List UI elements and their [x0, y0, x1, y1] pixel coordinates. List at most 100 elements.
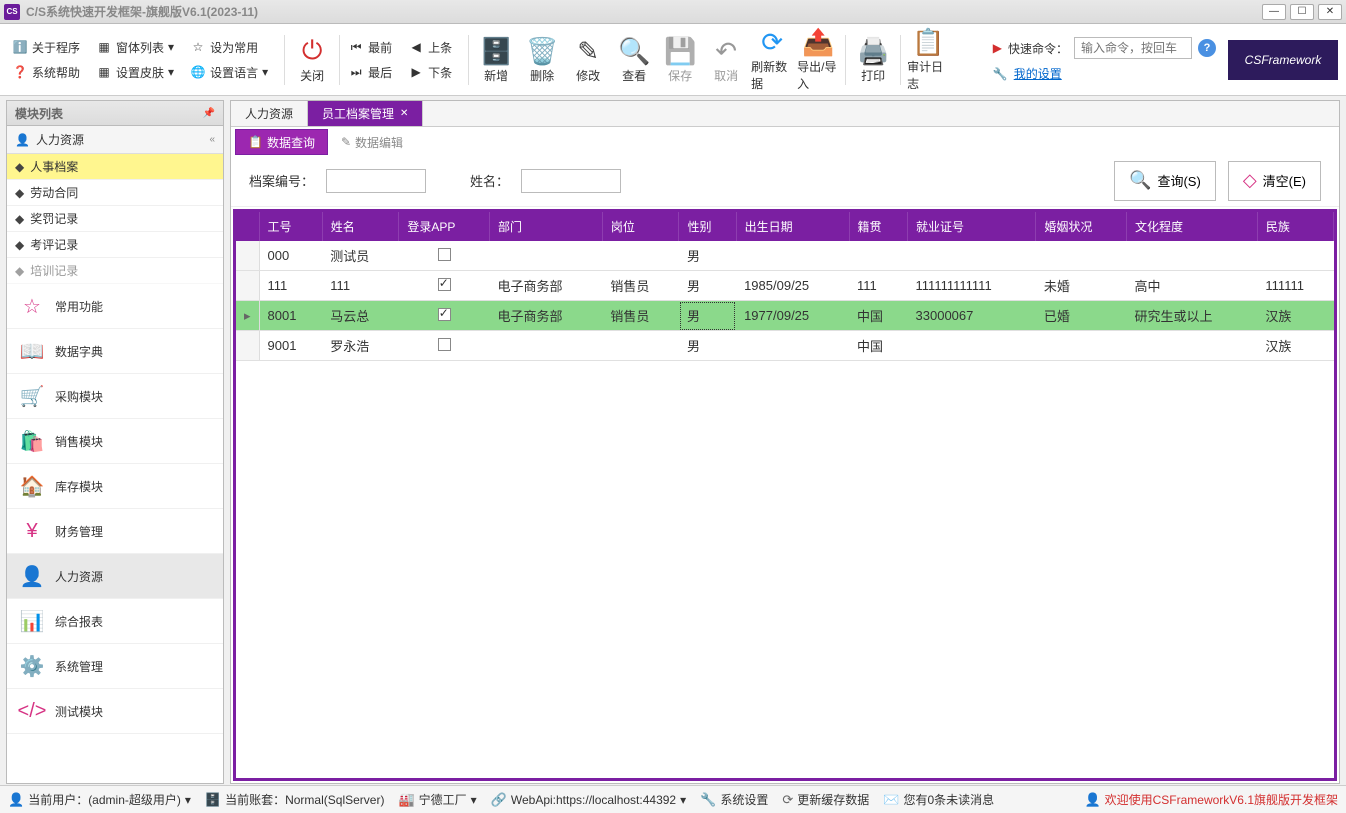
table-row[interactable]: 111111电子商务部销售员男1985/09/25111111111111111… — [236, 271, 1334, 301]
clear-button[interactable]: ◇清空(E) — [1228, 161, 1321, 201]
table-cell[interactable]: 电子商务部 — [489, 271, 602, 301]
refresh-button[interactable]: ⟳刷新数据 — [749, 28, 795, 92]
sub-tab-edit[interactable]: ✎数据编辑 — [328, 129, 416, 155]
prev-button[interactable]: ◀上条 — [404, 37, 456, 58]
minimize-button[interactable]: — — [1262, 4, 1286, 20]
table-cell[interactable]: 111111 — [1257, 271, 1333, 301]
column-header[interactable]: 岗位 — [602, 212, 679, 241]
column-header[interactable]: 籍贯 — [849, 212, 908, 241]
column-header[interactable]: 民族 — [1257, 212, 1333, 241]
column-header[interactable]: 姓名 — [322, 212, 399, 241]
print-button[interactable]: 🖨️打印 — [850, 28, 896, 92]
table-cell[interactable] — [399, 241, 490, 271]
nav-reports[interactable]: 📊综合报表 — [7, 599, 223, 644]
column-header[interactable]: 部门 — [489, 212, 602, 241]
next-button[interactable]: ▶下条 — [404, 62, 456, 83]
about-button[interactable]: ℹ️关于程序 — [8, 37, 84, 58]
export-button[interactable]: 📤导出/导入 — [795, 28, 841, 92]
nav-dict[interactable]: 📖数据字典 — [7, 329, 223, 374]
pin-icon[interactable]: 📌 — [203, 108, 215, 119]
status-messages[interactable]: ✉️您有0条未读消息 — [883, 791, 994, 808]
table-cell[interactable] — [399, 331, 490, 361]
input-name[interactable] — [521, 169, 621, 193]
close-tab-button[interactable]: ⏻关闭 — [289, 28, 335, 92]
checkbox[interactable] — [438, 338, 451, 351]
language-button[interactable]: 🌐设置语言▾ — [186, 62, 272, 83]
edit-button[interactable]: ✎修改 — [565, 28, 611, 92]
status-webapi[interactable]: 🔗WebApi:https://localhost:44392▾ — [491, 792, 686, 808]
table-cell[interactable] — [489, 331, 602, 361]
column-header[interactable]: 文化程度 — [1126, 212, 1257, 241]
nav-test[interactable]: </>测试模块 — [7, 689, 223, 734]
table-cell[interactable]: 男 — [679, 241, 736, 271]
table-cell[interactable]: 汉族 — [1257, 331, 1333, 361]
tab-hr[interactable]: 人力资源 — [231, 101, 308, 126]
tab-employee-file[interactable]: 员工档案管理✕ — [308, 101, 423, 126]
status-factory[interactable]: 🏭宁德工厂▾ — [398, 791, 476, 808]
nav-sales[interactable]: 🛍️销售模块 — [7, 419, 223, 464]
column-header[interactable]: 登录APP — [399, 212, 490, 241]
windows-list-button[interactable]: ▦窗体列表▾ — [92, 37, 178, 58]
table-cell[interactable]: 电子商务部 — [489, 301, 602, 331]
column-header[interactable]: 性别 — [679, 212, 736, 241]
tree-item-reward[interactable]: ◆奖罚记录 — [7, 206, 223, 232]
nav-purchase[interactable]: 🛒采购模块 — [7, 374, 223, 419]
help-button[interactable]: ❓系统帮助 — [8, 62, 84, 83]
table-cell[interactable]: 马云总 — [322, 301, 399, 331]
table-cell[interactable] — [1126, 241, 1257, 271]
checkbox[interactable] — [438, 248, 451, 261]
table-cell[interactable] — [1126, 331, 1257, 361]
quick-cmd-input[interactable] — [1074, 37, 1192, 59]
my-settings-link[interactable]: 我的设置 — [1014, 65, 1062, 82]
table-cell[interactable]: 111 — [849, 271, 908, 301]
table-cell[interactable]: 销售员 — [602, 271, 679, 301]
table-cell[interactable]: 男 — [679, 301, 736, 331]
tree-item-training[interactable]: ◆培训记录 — [7, 258, 223, 284]
nav-inventory[interactable]: 🏠库存模块 — [7, 464, 223, 509]
status-user[interactable]: 👤当前用户：(admin-超级用户)▾ — [8, 791, 191, 808]
table-cell[interactable]: 1977/09/25 — [736, 301, 849, 331]
table-cell[interactable]: 销售员 — [602, 301, 679, 331]
table-cell[interactable]: 汉族 — [1257, 301, 1333, 331]
table-cell[interactable]: 中国 — [849, 331, 908, 361]
save-button[interactable]: 💾保存 — [657, 28, 703, 92]
table-cell[interactable]: 罗永浩 — [322, 331, 399, 361]
skin-button[interactable]: ▦设置皮肤▾ — [92, 62, 178, 83]
table-cell[interactable]: 男 — [679, 271, 736, 301]
tree-item-personnel[interactable]: ◆人事档案 — [7, 154, 223, 180]
delete-button[interactable]: 🗑️删除 — [519, 28, 565, 92]
table-cell[interactable]: 已婚 — [1036, 301, 1127, 331]
audit-button[interactable]: 📋审计日志 — [905, 28, 951, 92]
table-cell[interactable]: 男 — [679, 331, 736, 361]
table-cell[interactable] — [1257, 241, 1333, 271]
nav-finance[interactable]: ¥财务管理 — [7, 509, 223, 554]
quick-cmd-help-icon[interactable]: ? — [1198, 39, 1216, 57]
table-row[interactable]: 9001罗永浩 男 中国 汉族 — [236, 331, 1334, 361]
tree-item-review[interactable]: ◆考评记录 — [7, 232, 223, 258]
table-cell[interactable]: 111111111111 — [908, 271, 1036, 301]
table-cell[interactable]: 000 — [259, 241, 322, 271]
table-cell[interactable]: 9001 — [259, 331, 322, 361]
view-button[interactable]: 🔍查看 — [611, 28, 657, 92]
query-button[interactable]: 🔍查询(S) — [1114, 161, 1216, 201]
nav-common[interactable]: ☆常用功能 — [7, 284, 223, 329]
table-cell[interactable]: 1985/09/25 — [736, 271, 849, 301]
status-syssettings[interactable]: 🔧系统设置 — [700, 791, 768, 808]
checkbox[interactable] — [438, 308, 451, 321]
first-button[interactable]: ⏮最前 — [344, 37, 396, 58]
sidebar-section-hr[interactable]: 👤 人力资源 « — [7, 126, 223, 154]
close-tab-icon[interactable]: ✕ — [400, 108, 408, 119]
table-cell[interactable]: 111 — [322, 271, 399, 301]
set-common-button[interactable]: ☆设为常用 — [186, 37, 272, 58]
table-cell[interactable]: 中国 — [849, 301, 908, 331]
table-row[interactable]: ▸8001马云总电子商务部销售员男1977/09/25中国33000067已婚研… — [236, 301, 1334, 331]
tree-item-contract[interactable]: ◆劳动合同 — [7, 180, 223, 206]
table-cell[interactable] — [602, 331, 679, 361]
input-code[interactable] — [326, 169, 426, 193]
sub-tab-query[interactable]: 📋数据查询 — [235, 129, 328, 155]
table-cell[interactable]: 研究生或以上 — [1126, 301, 1257, 331]
table-cell[interactable] — [399, 301, 490, 331]
table-cell[interactable] — [1036, 241, 1127, 271]
last-button[interactable]: ⏭最后 — [344, 62, 396, 83]
close-window-button[interactable]: ✕ — [1318, 4, 1342, 20]
